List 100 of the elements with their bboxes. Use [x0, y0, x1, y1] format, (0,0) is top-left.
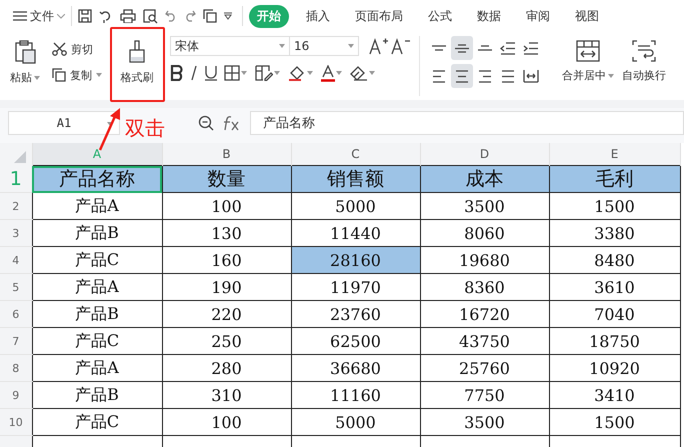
ribbon-tab[interactable]: 插入 — [298, 4, 338, 28]
table-cell: 11970 — [291, 274, 420, 300]
table-cell: 100 — [162, 192, 291, 220]
underline-icon[interactable] — [204, 65, 218, 81]
wrap-text-button[interactable]: 自动换行 — [620, 36, 668, 87]
ribbon-tab[interactable]: 页面布局 — [347, 4, 411, 28]
align-top-icon — [431, 45, 447, 51]
alignment-button[interactable] — [451, 64, 473, 88]
copy-icon — [52, 68, 66, 82]
table-cell: 190 — [162, 274, 291, 300]
paste-button[interactable]: 粘贴 — [8, 36, 42, 89]
header-cell: 毛利 — [549, 166, 680, 192]
undo-icon[interactable] — [165, 10, 177, 22]
scissors-icon — [52, 42, 67, 56]
table-cell: 8480 — [549, 246, 680, 274]
font-color-button[interactable] — [319, 62, 344, 84]
column-header[interactable]: B — [162, 143, 291, 166]
caret-icon — [348, 44, 354, 48]
row-header[interactable]: 7 — [0, 328, 32, 354]
justify-icon — [501, 70, 515, 82]
preview-icon[interactable] — [143, 8, 158, 24]
column-header[interactable]: C — [291, 143, 420, 166]
table-cell: 16720 — [420, 300, 549, 328]
align-middle-icon — [454, 44, 470, 52]
table-cell: 1500 — [549, 408, 680, 436]
row-header[interactable]: 4 — [0, 246, 32, 274]
ribbon-tab[interactable]: 审阅 — [518, 4, 558, 28]
header-cell: 成本 — [420, 166, 549, 192]
table-cell: 3500 — [420, 192, 549, 220]
copy-button[interactable]: 复制 — [50, 64, 104, 86]
table-cell: 62500 — [291, 328, 420, 354]
table-cell: 7750 — [420, 382, 549, 408]
table-cell: 28160 — [291, 246, 420, 274]
table-cell: 产品C — [32, 328, 162, 354]
table-cell: 产品B — [32, 220, 162, 246]
table-cell: 1500 — [549, 192, 680, 220]
table-cell: 产品C — [32, 246, 162, 274]
table-cell: 8360 — [420, 274, 549, 300]
ribbon-tab[interactable]: 公式 — [420, 4, 460, 28]
paint-bucket-icon — [288, 65, 306, 81]
file-menu[interactable]: 文件 — [13, 8, 65, 24]
font-size-dropdown[interactable]: 16 — [289, 36, 359, 56]
clipboard-icon — [14, 40, 36, 64]
table-cell: 220 — [162, 300, 291, 328]
caret-icon — [274, 71, 280, 75]
row-header[interactable]: 2 — [0, 192, 32, 220]
format-painter-button[interactable]: 格式刷 — [114, 36, 160, 89]
save-icon[interactable] — [78, 9, 92, 23]
letter-a-icon — [321, 64, 335, 82]
table-cell: 5000 — [291, 408, 420, 436]
caret-icon — [241, 71, 247, 75]
table-cell: 产品A — [32, 354, 162, 382]
decrease-indent-icon — [500, 42, 516, 54]
align-bottom-icon — [477, 45, 493, 51]
header-cell: 数量 — [162, 166, 291, 192]
table-cell: 7040 — [549, 300, 680, 328]
decrease-font-size-icon[interactable] — [391, 37, 411, 55]
table-cell: 100 — [162, 408, 291, 436]
function-icon[interactable] — [222, 115, 240, 131]
row-header[interactable]: 10 — [0, 408, 32, 436]
table-cell: 36680 — [291, 354, 420, 382]
table-cell: 5000 — [291, 192, 420, 220]
dropdown-icon[interactable] — [224, 12, 232, 20]
ribbon-tab[interactable]: 视图 — [567, 4, 607, 28]
caret-icon — [279, 44, 285, 48]
table-cell: 25760 — [420, 354, 549, 382]
table-cell: 10920 — [549, 354, 680, 382]
caret-icon — [34, 76, 40, 80]
table-pencil-icon — [255, 65, 273, 81]
name-box[interactable]: A1 — [8, 111, 120, 135]
print-icon[interactable] — [120, 9, 136, 23]
align-right-icon — [478, 70, 492, 82]
chevron-down-icon — [57, 14, 65, 18]
table-cell: 160 — [162, 246, 291, 274]
alignment-button[interactable] — [451, 36, 473, 60]
font-name-dropdown[interactable]: 宋体 — [170, 36, 290, 56]
loop-arrow-icon[interactable] — [99, 9, 113, 23]
table-cell: 产品A — [32, 274, 162, 300]
merge-center-button[interactable]: 合并居中 — [560, 36, 616, 87]
copy-icon[interactable] — [203, 9, 217, 23]
column-header[interactable]: D — [420, 143, 549, 166]
increase-font-size-icon[interactable] — [369, 37, 389, 55]
row-header[interactable]: 5 — [0, 274, 32, 300]
row-header[interactable]: 9 — [0, 382, 32, 408]
caret-icon — [96, 73, 102, 77]
zoom-icon[interactable] — [198, 115, 214, 131]
row-header[interactable]: 6 — [0, 300, 32, 328]
eraser-icon — [350, 65, 368, 81]
cut-button[interactable]: 剪切 — [50, 38, 95, 60]
caret-icon — [369, 71, 375, 75]
ribbon-tab[interactable]: 数据 — [469, 4, 509, 28]
formula-field[interactable]: 产品名称 — [250, 111, 684, 135]
table-cell: 3380 — [549, 220, 680, 246]
table-cell: 11160 — [291, 382, 420, 408]
redo-icon[interactable] — [184, 10, 196, 22]
column-header[interactable]: E — [549, 143, 680, 166]
row-header[interactable]: 3 — [0, 220, 32, 246]
header-cell: 销售额 — [291, 166, 420, 192]
bold-icon[interactable] — [170, 65, 184, 81]
row-header[interactable]: 8 — [0, 354, 32, 382]
